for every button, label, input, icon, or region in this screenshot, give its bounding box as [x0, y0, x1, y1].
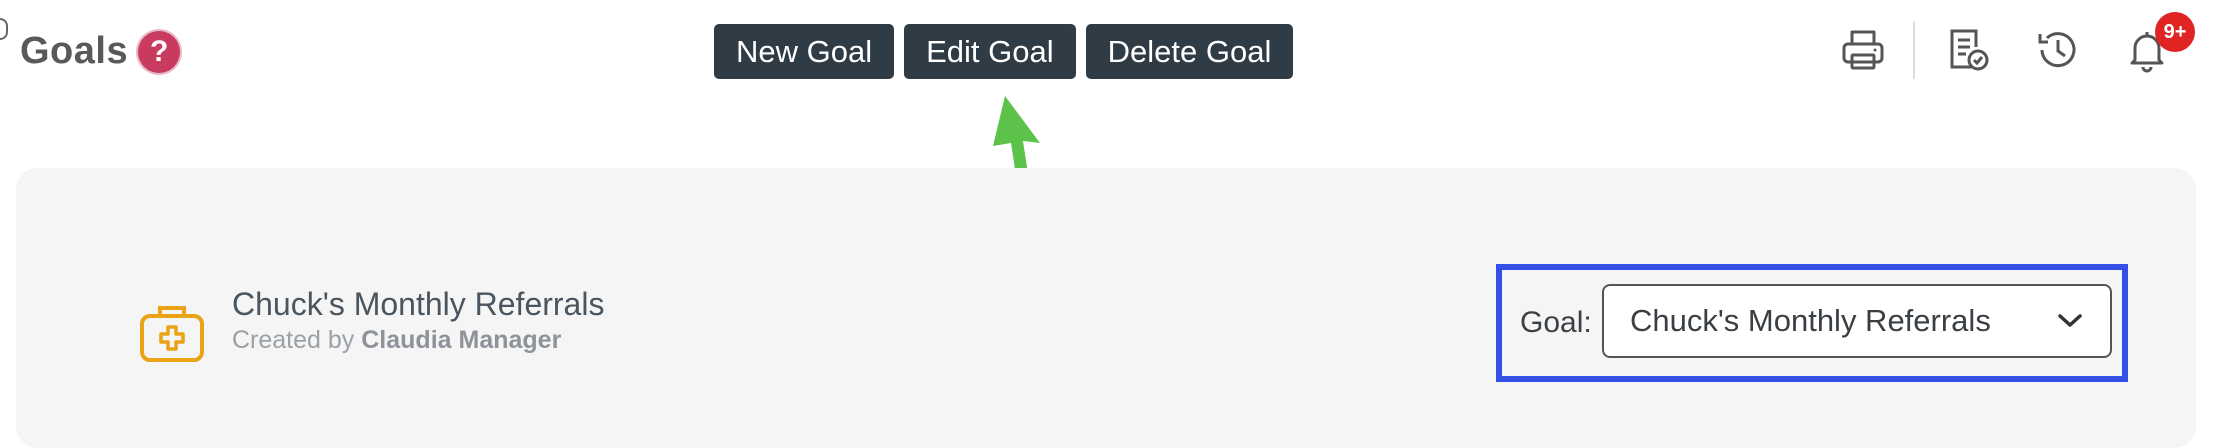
- goal-created-by: Created by Claudia Manager: [232, 326, 561, 355]
- header-actions: 9+: [1833, 12, 2195, 80]
- goal-selector-highlight: Goal: Chuck's Monthly Referrals: [1496, 264, 2128, 382]
- goal-select-dropdown[interactable]: Chuck's Monthly Referrals: [1602, 284, 2112, 358]
- medical-kit-icon: [140, 306, 204, 362]
- printer-icon[interactable]: [1833, 20, 1893, 80]
- window-edge-fragment: [0, 18, 8, 40]
- goal-select-value: Chuck's Monthly Referrals: [1630, 303, 1991, 338]
- bell-icon[interactable]: 9+: [2117, 12, 2195, 80]
- created-by-name: Claudia Manager: [361, 326, 562, 354]
- goal-selector-label: Goal:: [1520, 306, 1592, 339]
- help-button[interactable]: ?: [138, 30, 181, 73]
- new-goal-button[interactable]: New Goal: [714, 24, 895, 79]
- page-header: Goals ?: [20, 30, 181, 73]
- report-check-icon[interactable]: [1937, 20, 1997, 80]
- goal-name: Chuck's Monthly Referrals: [232, 286, 605, 322]
- created-prefix: Created by: [232, 326, 362, 354]
- edit-goal-button[interactable]: Edit Goal: [904, 24, 1076, 79]
- delete-goal-button[interactable]: Delete Goal: [1085, 24, 1294, 79]
- page-title: Goals: [20, 30, 129, 72]
- chevron-down-icon: [2058, 314, 2082, 327]
- notification-badge: 9+: [2155, 12, 2195, 52]
- header-divider: [1913, 21, 1915, 79]
- history-icon[interactable]: [2027, 20, 2087, 80]
- goal-toolbar: New Goal Edit Goal Delete Goal: [714, 24, 1294, 79]
